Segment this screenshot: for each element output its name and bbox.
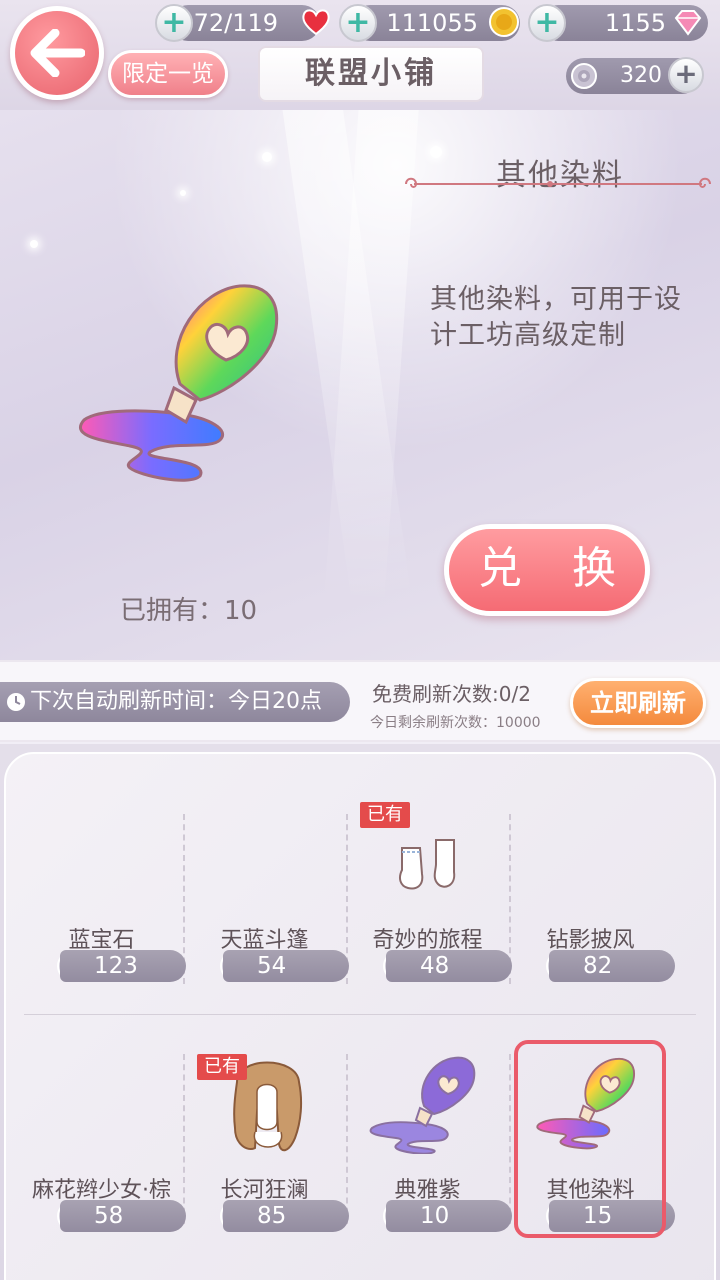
owned-badge: 已有 [197, 1054, 247, 1080]
back-button[interactable] [10, 6, 104, 100]
owned-badge: 已有 [360, 802, 410, 828]
refresh-bar: 下次自动刷新时间：今日20点 免费刷新次数:0/2 今日剩余刷新次数：10000… [0, 660, 720, 742]
socks-icon [399, 839, 456, 890]
item-description: 其他染料，可用于设 计工坊高级定制 [430, 282, 700, 354]
shop-item-price: 85 [223, 1200, 349, 1232]
sparkle [30, 240, 38, 248]
shop-item[interactable]: 蓝宝石 123 [20, 748, 186, 982]
shop-item-price: 10 [386, 1200, 512, 1232]
sparkle [262, 152, 272, 162]
free-refresh-count: 免费刷新次数:0/2 [372, 682, 531, 706]
rainbow-dye-icon [79, 284, 279, 482]
exchange-button[interactable]: 兑 换 [444, 524, 650, 616]
add-diamond-button[interactable]: + [528, 4, 566, 42]
shop-item[interactable]: 天蓝斗篷 54 [183, 748, 349, 982]
limited-list-button[interactable]: 限定一览 [108, 50, 228, 98]
owned-count: 已拥有：10 [120, 596, 258, 626]
add-stamina-button[interactable]: + [155, 4, 193, 42]
diamond-icon [674, 10, 702, 36]
item-description-line: 其他染料，可用于设 [430, 284, 682, 315]
purple-dye-icon [369, 1056, 476, 1154]
next-refresh-label: 下次自动刷新时间：今日20点 [30, 689, 322, 714]
top-bar: 172/119 + 111055 + 1155 + 限定一览 联盟小铺 320 … [0, 0, 720, 110]
heart-icon [302, 9, 330, 36]
gold-coin-icon [489, 7, 519, 37]
rose-value: 320 [620, 63, 662, 88]
shop-item-price: 82 [549, 950, 675, 982]
shop-item[interactable]: 钻影披风 82 [509, 748, 675, 982]
shop-item[interactable]: 已有 奇妙的旅程 48 [346, 748, 512, 982]
sparkle [180, 190, 186, 196]
shop-item-price: 48 [386, 950, 512, 982]
gold-value: 111055 [386, 9, 478, 37]
shop-item-price: 54 [223, 950, 349, 982]
clock-icon [7, 693, 25, 711]
rose-icon [571, 63, 597, 89]
shop-item[interactable]: 已有 长河狂澜 85 [183, 998, 349, 1232]
item-description-line: 计工坊高级定制 [430, 320, 626, 351]
add-rose-button[interactable]: + [668, 57, 704, 93]
next-refresh-timer: 下次自动刷新时间：今日20点 [0, 682, 350, 722]
shop-item[interactable]: 麻花辫少女·棕 58 [20, 998, 186, 1232]
shop-item[interactable]: 典雅紫 10 [346, 998, 512, 1232]
title-divider [405, 177, 711, 188]
page-title: 联盟小铺 [258, 46, 484, 102]
shop-item-price: 58 [60, 1200, 186, 1232]
selection-highlight [514, 1040, 666, 1238]
refresh-now-button[interactable]: 立即刷新 [570, 678, 706, 728]
arrow-left-icon [30, 29, 85, 77]
item-detail-panel: 其他染料 其他染料，可用于设 计工坊高级定制 已拥有：10 兑 换 [0, 110, 720, 660]
diamond-value: 1155 [604, 9, 666, 37]
stamina-value: 172/119 [178, 9, 278, 37]
add-gold-button[interactable]: + [339, 4, 377, 42]
shop-item-price: 123 [60, 950, 186, 982]
remaining-refresh-count: 今日剩余刷新次数：10000 [370, 715, 541, 731]
